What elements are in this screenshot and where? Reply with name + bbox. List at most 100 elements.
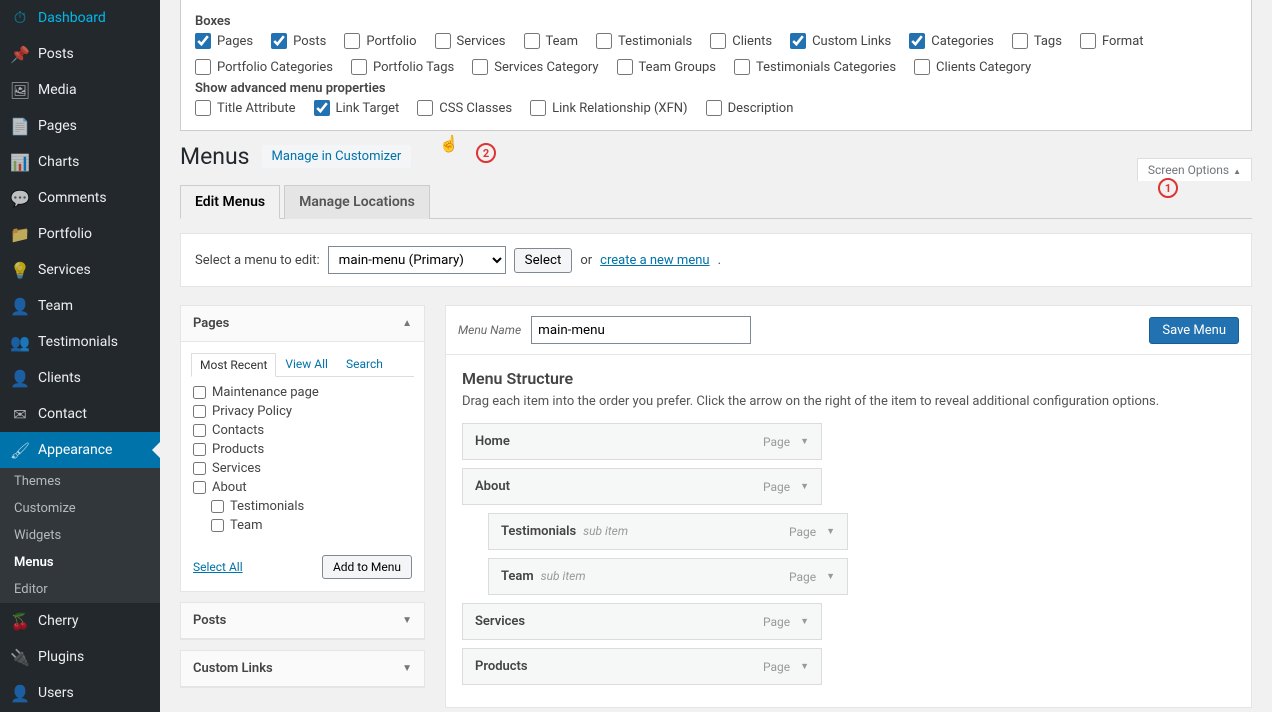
page-checkbox[interactable] (193, 424, 206, 437)
page-list-item[interactable]: Maintenance page (193, 383, 418, 402)
sidebar-item-plugins[interactable]: 🔌Plugins (0, 639, 160, 675)
submenu-widgets[interactable]: Widgets (0, 522, 160, 549)
menu-item[interactable]: HomePage▼ (462, 423, 822, 460)
manage-in-customizer-button[interactable]: Manage in Customizer (262, 145, 412, 168)
box-checkbox[interactable] (596, 33, 612, 49)
box-option[interactable]: Portfolio Categories (195, 59, 333, 75)
sidebar-item-comments[interactable]: 💬Comments (0, 180, 160, 216)
add-to-menu-button[interactable]: Add to Menu (322, 555, 412, 579)
box-option[interactable]: Format (1080, 33, 1144, 49)
advanced-option[interactable]: Link Relationship (XFN) (530, 100, 687, 116)
page-checkbox[interactable] (193, 443, 206, 456)
menu-item[interactable]: Team sub itemPage▼ (488, 558, 848, 595)
box-option[interactable]: Services Category (472, 59, 598, 75)
box-option[interactable]: Clients (710, 33, 772, 49)
advanced-option[interactable]: Description (706, 100, 794, 116)
page-list-item[interactable]: Team (193, 516, 418, 535)
box-checkbox[interactable] (1012, 33, 1028, 49)
page-list-item[interactable]: Contacts (193, 421, 418, 440)
advanced-option[interactable]: Link Target (314, 100, 400, 116)
sidebar-item-team[interactable]: 👤Team (0, 288, 160, 324)
advanced-checkbox[interactable] (417, 100, 433, 116)
box-checkbox[interactable] (435, 33, 451, 49)
menu-item[interactable]: ServicesPage▼ (462, 603, 822, 640)
tab-manage-locations[interactable]: Manage Locations (284, 185, 430, 219)
metabox-posts-head[interactable]: Posts▼ (181, 603, 424, 639)
box-option[interactable]: Posts (271, 33, 326, 49)
menu-item[interactable]: AboutPage▼ (462, 468, 822, 505)
box-option[interactable]: Testimonials (596, 33, 692, 49)
box-option[interactable]: Testimonials Categories (734, 59, 896, 75)
metabox-pages-head[interactable]: Pages▲ (181, 306, 424, 342)
advanced-checkbox[interactable] (314, 100, 330, 116)
box-checkbox[interactable] (195, 59, 211, 75)
submenu-menus[interactable]: Menus (0, 549, 160, 576)
triangle-down-icon[interactable]: ▼ (800, 616, 809, 627)
box-checkbox[interactable] (271, 33, 287, 49)
box-option[interactable]: Tags (1012, 33, 1062, 49)
box-checkbox[interactable] (472, 59, 488, 75)
page-checkbox[interactable] (193, 481, 206, 494)
sidebar-item-appearance[interactable]: 🖌Appearance (0, 432, 160, 468)
triangle-down-icon[interactable]: ▼ (826, 571, 835, 582)
advanced-checkbox[interactable] (195, 100, 211, 116)
create-new-menu-link[interactable]: create a new menu (600, 253, 709, 268)
submenu-themes[interactable]: Themes (0, 468, 160, 495)
box-option[interactable]: Portfolio Tags (351, 59, 454, 75)
box-option[interactable]: Clients Category (914, 59, 1031, 75)
sidebar-item-posts[interactable]: 📌Posts (0, 36, 160, 72)
tab-edit-menus[interactable]: Edit Menus (180, 185, 280, 219)
triangle-down-icon[interactable]: ▼ (800, 661, 809, 672)
page-list-item[interactable]: About (193, 478, 418, 497)
sidebar-item-media[interactable]: 🖼Media (0, 72, 160, 108)
page-checkbox[interactable] (193, 462, 206, 475)
page-list-item[interactable]: Services (193, 459, 418, 478)
page-list-item[interactable]: Products (193, 440, 418, 459)
page-checkbox[interactable] (193, 405, 206, 418)
box-checkbox[interactable] (790, 33, 806, 49)
sidebar-item-testimonials[interactable]: 👥Testimonials (0, 324, 160, 360)
box-checkbox[interactable] (909, 33, 925, 49)
box-option[interactable]: Custom Links (790, 33, 891, 49)
box-option[interactable]: Team Groups (617, 59, 716, 75)
triangle-down-icon[interactable]: ▼ (800, 481, 809, 492)
sidebar-item-dashboard[interactable]: ⏱Dashboard (0, 0, 160, 36)
advanced-checkbox[interactable] (706, 100, 722, 116)
box-checkbox[interactable] (195, 33, 211, 49)
menu-dropdown[interactable]: main-menu (Primary) (328, 246, 506, 274)
page-checkbox[interactable] (211, 519, 224, 532)
box-option[interactable]: Pages (195, 33, 253, 49)
triangle-down-icon[interactable]: ▼ (800, 436, 809, 447)
screen-options-tab[interactable]: Screen Options▲ (1137, 158, 1252, 181)
sidebar-item-portfolio[interactable]: 📁Portfolio (0, 216, 160, 252)
sidebar-item-users[interactable]: 👤Users (0, 675, 160, 711)
tab-most-recent[interactable]: Most Recent (191, 353, 276, 377)
box-checkbox[interactable] (710, 33, 726, 49)
menu-item[interactable]: ProductsPage▼ (462, 648, 822, 685)
box-checkbox[interactable] (351, 59, 367, 75)
select-all-link[interactable]: Select All (193, 560, 243, 574)
menu-name-input[interactable] (531, 316, 751, 344)
pages-list[interactable]: Maintenance pagePrivacy PolicyContactsPr… (193, 383, 418, 547)
box-checkbox[interactable] (914, 59, 930, 75)
save-menu-button[interactable]: Save Menu (1149, 317, 1239, 344)
sidebar-item-charts[interactable]: 📊Charts (0, 144, 160, 180)
menu-item[interactable]: Testimonials sub itemPage▼ (488, 513, 848, 550)
page-list-item[interactable]: Testimonials (193, 497, 418, 516)
sidebar-item-contact[interactable]: ✉Contact (0, 396, 160, 432)
box-checkbox[interactable] (734, 59, 750, 75)
metabox-custom-links-head[interactable]: Custom Links▼ (181, 651, 424, 687)
box-option[interactable]: Portfolio (344, 33, 416, 49)
advanced-option[interactable]: Title Attribute (195, 100, 296, 116)
triangle-down-icon[interactable]: ▼ (826, 526, 835, 537)
box-checkbox[interactable] (524, 33, 540, 49)
advanced-option[interactable]: CSS Classes (417, 100, 512, 116)
page-checkbox[interactable] (193, 386, 206, 399)
box-checkbox[interactable] (1080, 33, 1096, 49)
advanced-checkbox[interactable] (530, 100, 546, 116)
sidebar-item-pages[interactable]: 📄Pages (0, 108, 160, 144)
box-checkbox[interactable] (617, 59, 633, 75)
tab-view-all[interactable]: View All (276, 352, 337, 376)
box-option[interactable]: Categories (909, 33, 994, 49)
page-checkbox[interactable] (211, 500, 224, 513)
